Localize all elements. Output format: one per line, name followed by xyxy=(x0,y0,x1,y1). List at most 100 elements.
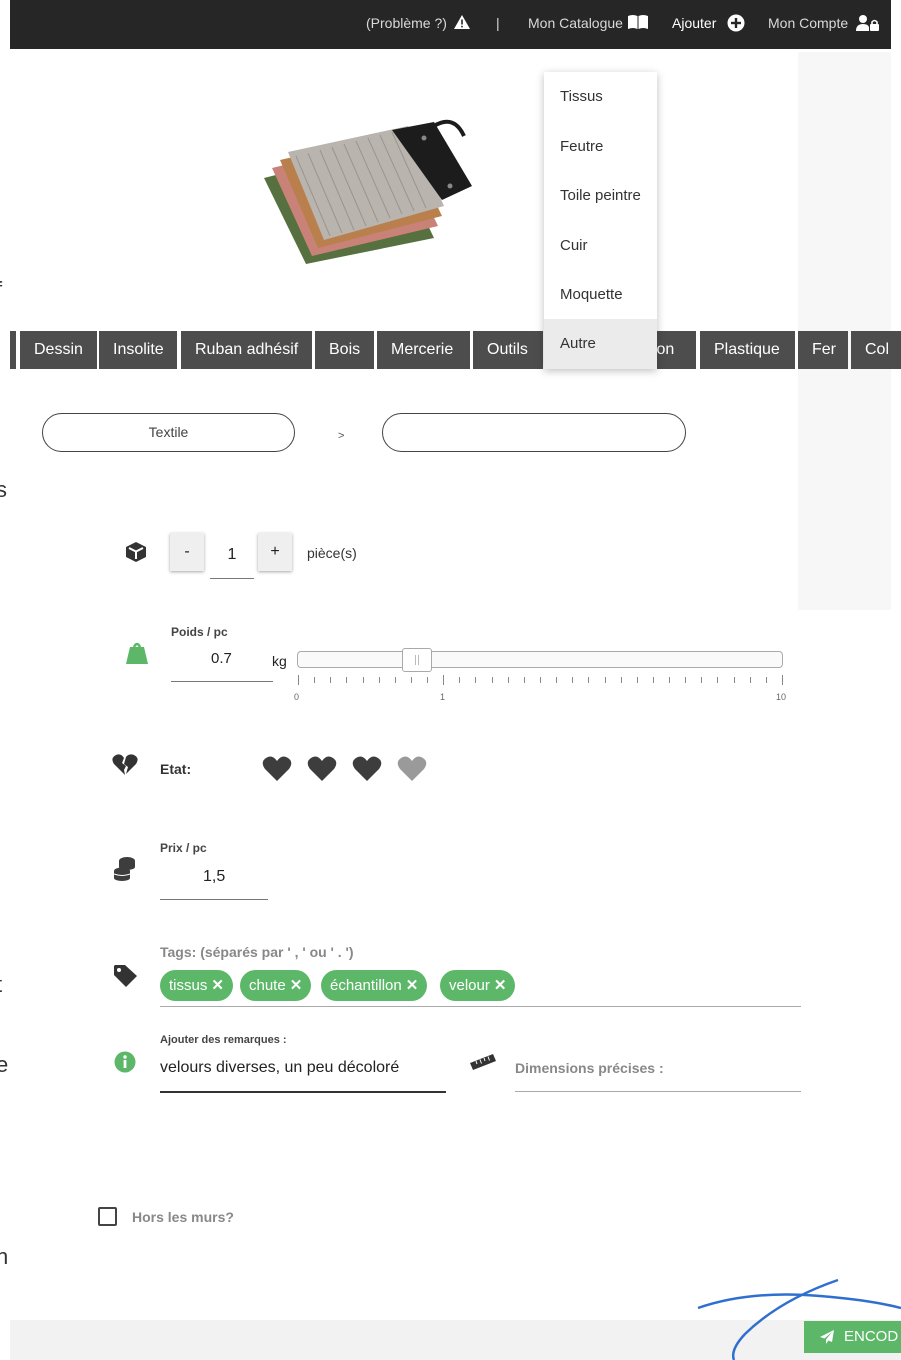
category-tab-fer[interactable]: Fer xyxy=(798,331,848,369)
category-tab-dessin[interactable]: Dessin xyxy=(20,331,97,369)
slider-tick xyxy=(492,677,493,683)
category-pill[interactable]: Textile xyxy=(42,413,295,452)
slider-tick xyxy=(330,677,331,683)
dropdown-item-tissus[interactable]: Tissus xyxy=(544,72,657,122)
info-icon xyxy=(114,1051,136,1073)
slider-tick xyxy=(459,677,460,683)
heart-icon[interactable] xyxy=(262,756,292,782)
category-tab-plastique[interactable]: Plastique xyxy=(700,331,795,369)
tags-underline xyxy=(160,1006,801,1007)
category-tab-bois[interactable]: Bois xyxy=(315,331,374,369)
dimensions-underline xyxy=(515,1091,801,1092)
condition-label: Etat: xyxy=(160,761,192,777)
tag-chip[interactable]: velour ✕ xyxy=(440,970,516,1001)
category-tab-col[interactable]: Col xyxy=(851,331,901,369)
remarks-input[interactable]: velours diverses, un peu décoloré xyxy=(160,1059,399,1077)
catalogue-link[interactable]: Mon Catalogue xyxy=(528,15,623,31)
tag-text: velour xyxy=(449,977,490,994)
slider-tick xyxy=(443,675,444,685)
warning-icon[interactable] xyxy=(453,14,471,30)
tag-chip[interactable]: chute ✕ xyxy=(240,970,312,1001)
quantity-increment-button[interactable]: + xyxy=(258,533,292,571)
slider-tick xyxy=(685,677,686,683)
weight-input[interactable]: 0.7 xyxy=(211,650,232,667)
quantity-unit: pièce(s) xyxy=(307,545,357,561)
slider-tick xyxy=(379,677,380,683)
slider-tick xyxy=(572,677,573,683)
dropdown-item-feutre[interactable]: Feutre xyxy=(544,122,657,172)
slider-tick xyxy=(734,677,735,683)
dropdown-item-moquette[interactable]: Moquette xyxy=(544,270,657,320)
cropped-text-fragment: t xyxy=(0,972,2,998)
dropdown-item-autre[interactable]: Autre xyxy=(544,319,657,369)
weight-slider[interactable] xyxy=(297,648,783,672)
slider-tick xyxy=(766,677,767,683)
slider-max-label: 10 xyxy=(776,692,787,702)
dimensions-label[interactable]: Dimensions précises : xyxy=(515,1060,664,1076)
category-tab-ruban-adhesif[interactable]: Ruban adhésif xyxy=(181,331,312,369)
account-link[interactable]: Mon Compte xyxy=(768,15,848,31)
problem-link[interactable]: (Problème ?) xyxy=(366,15,447,31)
dropdown-item-toile-peintre[interactable]: Toile peintre xyxy=(544,171,657,221)
slider-tick xyxy=(750,677,751,683)
slider-tick xyxy=(508,677,509,683)
outdoor-checkbox[interactable] xyxy=(98,1207,117,1226)
category-tab-mercerie[interactable]: Mercerie xyxy=(377,331,470,369)
heart-icon[interactable] xyxy=(352,756,382,782)
heart-empty-icon[interactable] xyxy=(397,756,427,782)
category-tab-insolite[interactable]: Insolite xyxy=(99,331,177,369)
nav-separator: | xyxy=(496,15,500,31)
slider-tick xyxy=(717,677,718,683)
heart-icon[interactable] xyxy=(307,756,337,782)
subcategory-dropdown: Tissus Feutre Toile peintre Cuir Moquett… xyxy=(544,72,657,369)
add-link[interactable]: Ajouter xyxy=(672,15,716,31)
slider-tick xyxy=(588,677,589,683)
tag-text: tissus xyxy=(169,977,208,994)
tag-chip[interactable]: tissus ✕ xyxy=(160,970,233,1001)
price-input[interactable]: 1,5 xyxy=(203,868,225,886)
dropdown-item-cuir[interactable]: Cuir xyxy=(544,221,657,271)
user-lock-icon[interactable] xyxy=(856,14,880,32)
slider-tick xyxy=(653,677,654,683)
category-tab-outils[interactable]: Outils xyxy=(473,331,543,369)
category-tab-partial[interactable] xyxy=(10,331,16,369)
slider-handle[interactable] xyxy=(402,648,432,672)
breadcrumb-separator: > xyxy=(338,430,345,442)
tag-remove-icon[interactable]: ✕ xyxy=(211,977,224,994)
weight-unit: kg xyxy=(272,653,287,669)
coins-icon xyxy=(113,857,135,881)
tag-remove-icon[interactable]: ✕ xyxy=(494,977,507,994)
cropped-text-fragment: f xyxy=(0,277,2,303)
broken-heart-icon xyxy=(112,754,138,775)
remarks-underline xyxy=(160,1091,446,1093)
quantity-decrement-button[interactable]: - xyxy=(170,533,204,571)
slider-tick xyxy=(621,677,622,683)
cropped-text-fragment: s xyxy=(0,477,7,502)
tag-text: chute xyxy=(249,977,286,994)
slider-tick xyxy=(637,677,638,683)
slider-tick xyxy=(556,677,557,683)
slider-min-label: 0 xyxy=(294,692,300,702)
hand-drawn-annotation xyxy=(697,1278,901,1360)
slider-tick xyxy=(346,677,347,683)
slider-tick xyxy=(782,675,783,685)
cropped-text-fragment: e xyxy=(0,1052,9,1077)
box-icon xyxy=(126,542,146,562)
tag-remove-icon[interactable]: ✕ xyxy=(406,977,419,994)
quantity-input[interactable]: 1 xyxy=(210,535,254,579)
tag-text: échantillon xyxy=(330,977,402,994)
tag-remove-icon[interactable]: ✕ xyxy=(290,977,303,994)
price-label: Prix / pc xyxy=(160,841,207,855)
slider-tick xyxy=(524,677,525,683)
slider-tick xyxy=(314,677,315,683)
slider-tick xyxy=(475,677,476,683)
quantity-underline xyxy=(210,578,254,579)
plus-circle-icon[interactable] xyxy=(727,14,745,32)
book-open-icon[interactable] xyxy=(627,14,649,30)
subcategory-pill[interactable] xyxy=(382,413,686,452)
outdoor-label: Hors les murs? xyxy=(132,1209,234,1225)
slider-tick xyxy=(427,677,428,683)
tag-chip[interactable]: échantillon ✕ xyxy=(321,970,428,1001)
remarks-label: Ajouter des remarques : xyxy=(160,1034,287,1046)
tags-label: Tags: (séparés par ' , ' ou ' . ') xyxy=(160,944,354,960)
